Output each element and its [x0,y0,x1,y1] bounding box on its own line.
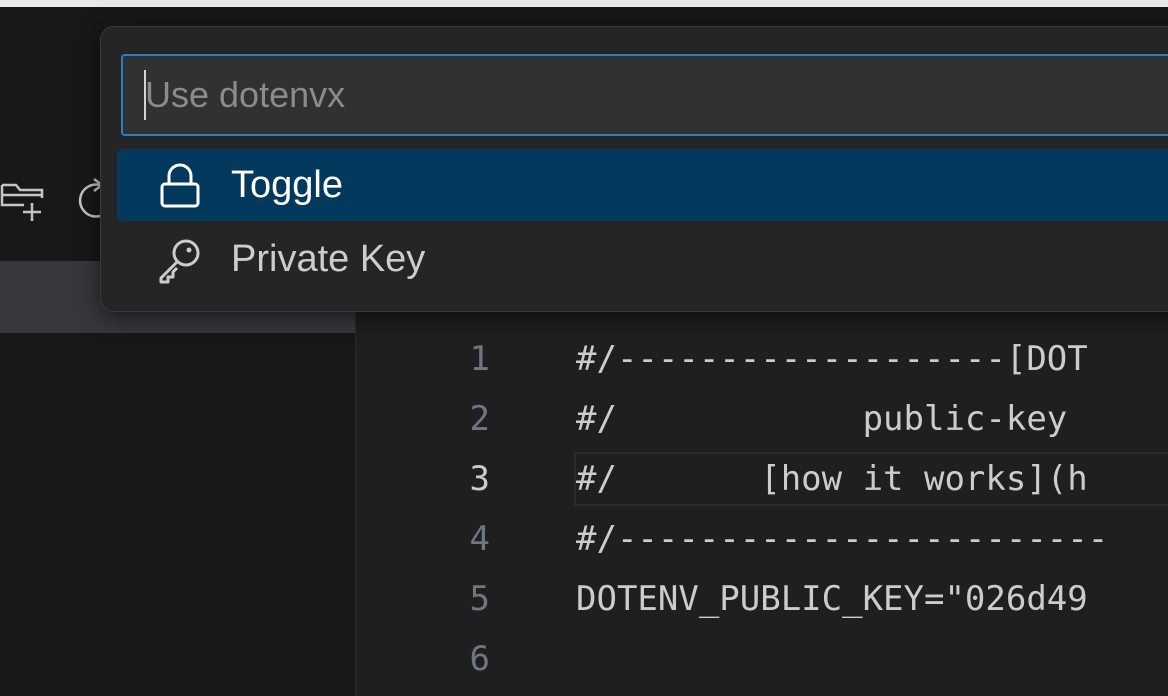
line-text: #/ public-key [576,399,1068,439]
line-text: #/------------------------ [576,519,1109,559]
line-text: DOTENV_PUBLIC_KEY="026d49 [576,579,1088,619]
quick-pick-item-toggle[interactable]: Toggle [117,149,1168,221]
line-number: 1 [469,339,490,379]
code-line[interactable]: 5 DOTENV_PUBLIC_KEY="026d49 [356,569,1168,629]
line-number: 6 [469,639,490,679]
quick-pick-label: Private Key [231,238,426,280]
new-folder-icon[interactable] [0,173,50,223]
code-line[interactable]: 1 #/-------------------[DOT [356,329,1168,389]
line-number: 2 [469,399,490,439]
line-number-active: 3 [469,459,490,499]
text-caret [144,70,146,120]
code-line[interactable]: 2 #/ public-key [356,389,1168,449]
quick-pick-label: Toggle [231,164,343,206]
line-text: #/ [how it works](h [576,459,1088,499]
command-palette: Toggle Private Key [100,26,1168,312]
quick-pick-item-private-key[interactable]: Private Key [117,223,1168,295]
code-line[interactable]: 3 #/ [how it works](h [356,449,1168,509]
window-top-edge [0,0,1168,7]
key-icon [159,239,200,284]
line-number: 4 [469,519,490,559]
command-palette-input[interactable] [121,54,1168,136]
lock-icon [160,163,200,208]
code-line[interactable]: 6 [356,629,1168,689]
line-text: #/-------------------[DOT [576,339,1088,379]
code-line[interactable]: 4 #/------------------------ [356,509,1168,569]
line-number: 5 [469,579,490,619]
